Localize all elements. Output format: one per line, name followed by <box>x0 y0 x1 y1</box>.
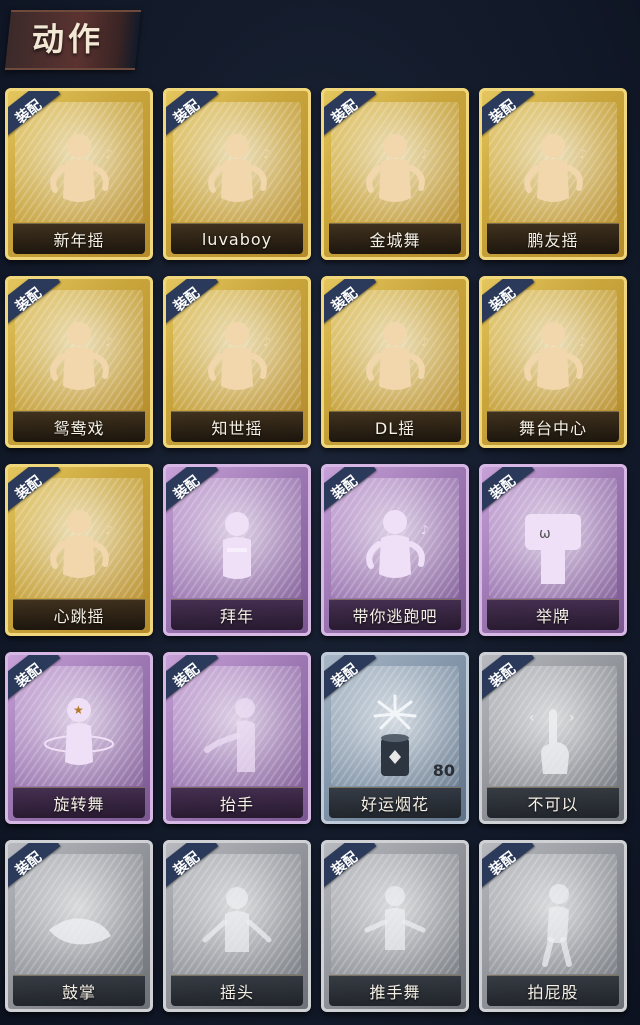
card-label-bar: 拍屁股 <box>487 975 619 1006</box>
dancer-figure-icon: ♪ <box>39 316 119 406</box>
emote-card[interactable]: ♪ 装配 舞台中心 <box>479 276 627 448</box>
svg-text:‹: ‹ <box>529 710 535 726</box>
emote-name: 旋转舞 <box>53 795 105 814</box>
push-hands-figure-icon <box>355 880 435 970</box>
card-label-bar: 鹏友摇 <box>487 223 619 254</box>
dancer-figure-icon: ♪ <box>39 128 119 218</box>
dancer-figure-icon: ♪ <box>197 128 277 218</box>
emote-card[interactable]: 装配 拜年 <box>163 464 311 636</box>
emote-card[interactable]: ♪ 装配 带你逃跑吧 <box>321 464 469 636</box>
card-label-bar: 摇头 <box>171 975 303 1006</box>
dancer-figure-icon: ♪ <box>355 316 435 406</box>
svg-text:♪: ♪ <box>263 335 271 349</box>
emote-card[interactable]: 装配 80 好运烟花 <box>321 652 469 824</box>
svg-text:ω: ω <box>539 526 551 542</box>
emote-name: 推手舞 <box>369 983 421 1002</box>
svg-text:★: ★ <box>73 703 84 717</box>
shaking-head-figure-icon <box>197 880 277 970</box>
emote-card[interactable]: 装配 拍屁股 <box>479 840 627 1012</box>
svg-text:♪: ♪ <box>421 147 429 161</box>
emote-card[interactable]: ♪ 装配 新年摇 <box>5 88 153 260</box>
card-label-bar: 拜年 <box>171 599 303 630</box>
emote-card[interactable]: ♪ 装配 luvaboy <box>163 88 311 260</box>
dancer-figure-icon: ♪ <box>513 128 593 218</box>
emote-name: 鸳鸯戏 <box>53 419 105 438</box>
bowing-figure-icon <box>197 504 277 594</box>
card-label-bar: DL摇 <box>329 411 461 442</box>
dancer-figure-icon: ♪ <box>197 316 277 406</box>
card-label-bar: 举牌 <box>487 599 619 630</box>
emote-name: luvaboy <box>201 229 273 249</box>
dancer-figure-icon: ♪ <box>355 504 435 594</box>
emote-name: 好运烟花 <box>360 795 429 814</box>
dancer-figure-icon: ♪ <box>513 316 593 406</box>
card-label-bar: 金城舞 <box>329 223 461 254</box>
emote-card[interactable]: ★ 装配 旋转舞 <box>5 652 153 824</box>
emote-name: 抬手 <box>219 795 254 814</box>
emote-card[interactable]: ‹ › 装配 不可以 <box>479 652 627 824</box>
emote-name: 鼓掌 <box>61 983 96 1002</box>
finger-wag-icon: ‹ › <box>513 692 593 782</box>
header: 动作 <box>0 0 640 80</box>
emote-card[interactable]: ♪ 装配 DL摇 <box>321 276 469 448</box>
svg-text:♪: ♪ <box>421 523 429 537</box>
raise-hand-figure-icon <box>197 692 277 782</box>
emote-name: 知世摇 <box>211 419 263 438</box>
card-label-bar: 鼓掌 <box>13 975 145 1006</box>
card-label-bar: 带你逃跑吧 <box>329 599 461 630</box>
svg-text:♪: ♪ <box>421 335 429 349</box>
emote-card[interactable]: ♪ 装配 知世摇 <box>163 276 311 448</box>
card-label-bar: 知世摇 <box>171 411 303 442</box>
dancer-figure-icon: ♪ <box>355 128 435 218</box>
svg-text:♪: ♪ <box>579 335 587 349</box>
emote-name: 舞台中心 <box>518 419 587 438</box>
card-label-bar: 舞台中心 <box>487 411 619 442</box>
svg-text:♪: ♪ <box>105 523 113 537</box>
emote-name: 拜年 <box>219 607 254 626</box>
card-label-bar: 旋转舞 <box>13 787 145 818</box>
emote-card[interactable]: 装配 推手舞 <box>321 840 469 1012</box>
svg-text:♪: ♪ <box>263 147 271 161</box>
card-label-bar: luvaboy <box>171 223 303 254</box>
emote-name: 不可以 <box>527 795 579 814</box>
emote-name: 举牌 <box>535 607 570 626</box>
butt-pat-figure-icon <box>513 880 593 970</box>
firework-icon <box>355 692 435 782</box>
card-label-bar: 抬手 <box>171 787 303 818</box>
svg-text:♪: ♪ <box>105 147 113 161</box>
card-label-bar: 好运烟花 <box>329 787 461 818</box>
emote-name: 金城舞 <box>369 231 421 250</box>
card-label-bar: 推手舞 <box>329 975 461 1006</box>
emote-name: 心跳摇 <box>53 607 105 626</box>
page-title: 动作 <box>32 20 105 58</box>
emote-card[interactable]: 装配 摇头 <box>163 840 311 1012</box>
emote-name: 鹏友摇 <box>527 231 579 250</box>
emote-card[interactable]: 装配 鼓掌 <box>5 840 153 1012</box>
emote-name: 带你逃跑吧 <box>352 607 438 626</box>
card-label-bar: 心跳摇 <box>13 599 145 630</box>
emote-name: 新年摇 <box>53 231 105 250</box>
clapping-hands-icon <box>39 880 119 970</box>
emote-card[interactable]: ♪ 装配 心跳摇 <box>5 464 153 636</box>
emote-card[interactable]: ω 装配 举牌 <box>479 464 627 636</box>
svg-text:♪: ♪ <box>579 147 587 161</box>
emote-name: 摇头 <box>219 983 254 1002</box>
item-count: 80 <box>432 761 455 780</box>
emote-name: DL摇 <box>374 419 416 438</box>
emote-card[interactable]: ♪ 装配 鹏友摇 <box>479 88 627 260</box>
spinning-figure-icon: ★ <box>39 692 119 782</box>
emote-name: 拍屁股 <box>527 983 579 1002</box>
svg-text:♪: ♪ <box>105 335 113 349</box>
emote-card[interactable]: ♪ 装配 鸳鸯戏 <box>5 276 153 448</box>
dancer-figure-icon: ♪ <box>39 504 119 594</box>
card-label-bar: 鸳鸯戏 <box>13 411 145 442</box>
svg-text:›: › <box>569 710 575 726</box>
emote-card[interactable]: ♪ 装配 金城舞 <box>321 88 469 260</box>
sign-holding-figure-icon: ω <box>513 504 593 594</box>
emote-card[interactable]: 装配 抬手 <box>163 652 311 824</box>
card-label-bar: 不可以 <box>487 787 619 818</box>
card-label-bar: 新年摇 <box>13 223 145 254</box>
